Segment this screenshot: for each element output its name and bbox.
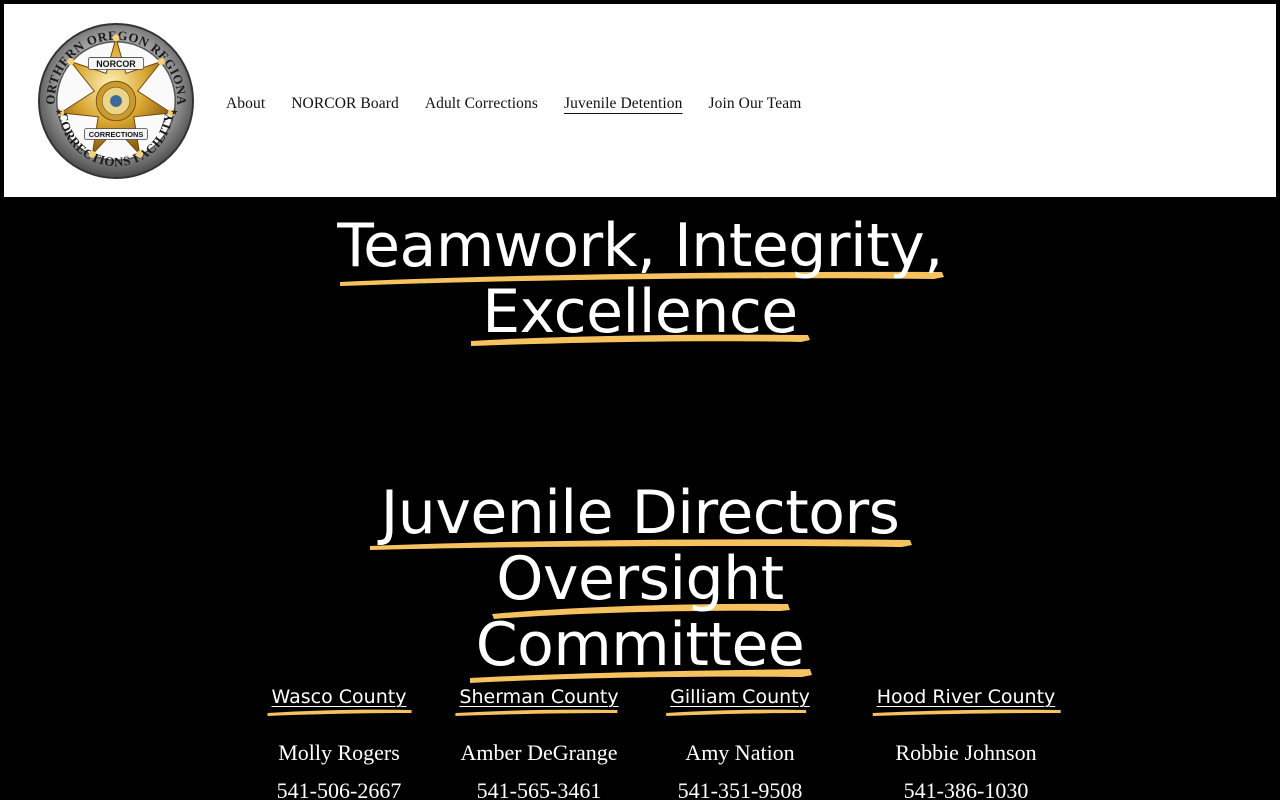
motto-heading: Teamwork, Integrity, Excellence xyxy=(0,211,1280,347)
county-link[interactable]: Gilliam County xyxy=(666,686,814,716)
nav-about[interactable]: About xyxy=(226,95,265,113)
committee-text-1: Juvenile Directors xyxy=(380,478,900,548)
norcor-badge-logo[interactable]: NORTHERN OREGON REGIONAL CORRECTIONS FAC… xyxy=(37,22,195,180)
nav-adult-corrections[interactable]: Adult Corrections xyxy=(425,95,538,113)
county-directors: Wasco County Molly Rogers 541-506-2667 S… xyxy=(0,686,1280,800)
svg-text:NORCOR: NORCOR xyxy=(96,59,136,69)
motto-text-1: Teamwork, Integrity, xyxy=(337,211,943,281)
director-name: Molly Rogers xyxy=(278,740,400,765)
committee-text-2: Oversight xyxy=(496,544,784,614)
svg-text:CORRECTIONS: CORRECTIONS xyxy=(89,130,144,139)
county-link[interactable]: Sherman County xyxy=(455,686,622,716)
committee-text-3: Committee xyxy=(475,610,805,680)
site-header: NORTHERN OREGON REGIONAL CORRECTIONS FAC… xyxy=(4,4,1276,197)
motto-line-1: Teamwork, Integrity, xyxy=(0,211,1280,286)
county-link[interactable]: Hood River County xyxy=(872,686,1061,716)
county-card-wasco: Wasco County Molly Rogers 541-506-2667 xyxy=(267,686,412,800)
director-phone[interactable]: 541-351-9508 xyxy=(666,778,814,800)
director-name: Robbie Johnson xyxy=(895,740,1037,765)
director-name: Amy Nation xyxy=(685,740,795,765)
county-card-gilliam: Gilliam County Amy Nation 541-351-9508 xyxy=(666,686,814,800)
svg-text:★: ★ xyxy=(55,107,63,117)
committee-line-2: Oversight xyxy=(0,544,1280,619)
director-name: Amber DeGrange xyxy=(460,740,618,765)
nav-join-our-team[interactable]: Join Our Team xyxy=(708,95,801,113)
motto-line-2: Excellence xyxy=(0,277,1280,347)
committee-line-1: Juvenile Directors xyxy=(0,478,1280,550)
committee-heading: Juvenile Directors Oversight Committee xyxy=(0,478,1280,683)
county-link[interactable]: Wasco County xyxy=(267,686,412,716)
nav-norcor-board[interactable]: NORCOR Board xyxy=(291,95,399,113)
director-phone[interactable]: 541-506-2667 xyxy=(268,778,411,800)
director-phone[interactable]: 541-386-1030 xyxy=(873,778,1060,800)
county-card-sherman: Sherman County Amber DeGrange 541-565-34… xyxy=(455,686,622,800)
motto-text-2: Excellence xyxy=(482,277,798,347)
svg-text:★: ★ xyxy=(170,107,178,117)
director-phone[interactable]: 541-565-3461 xyxy=(455,778,622,800)
nav-juvenile-detention[interactable]: Juvenile Detention xyxy=(564,95,682,113)
committee-line-3: Committee xyxy=(0,610,1280,683)
county-card-hood-river: Hood River County Robbie Johnson 541-386… xyxy=(872,686,1061,800)
main-nav: About NORCOR Board Adult Corrections Juv… xyxy=(226,95,801,113)
